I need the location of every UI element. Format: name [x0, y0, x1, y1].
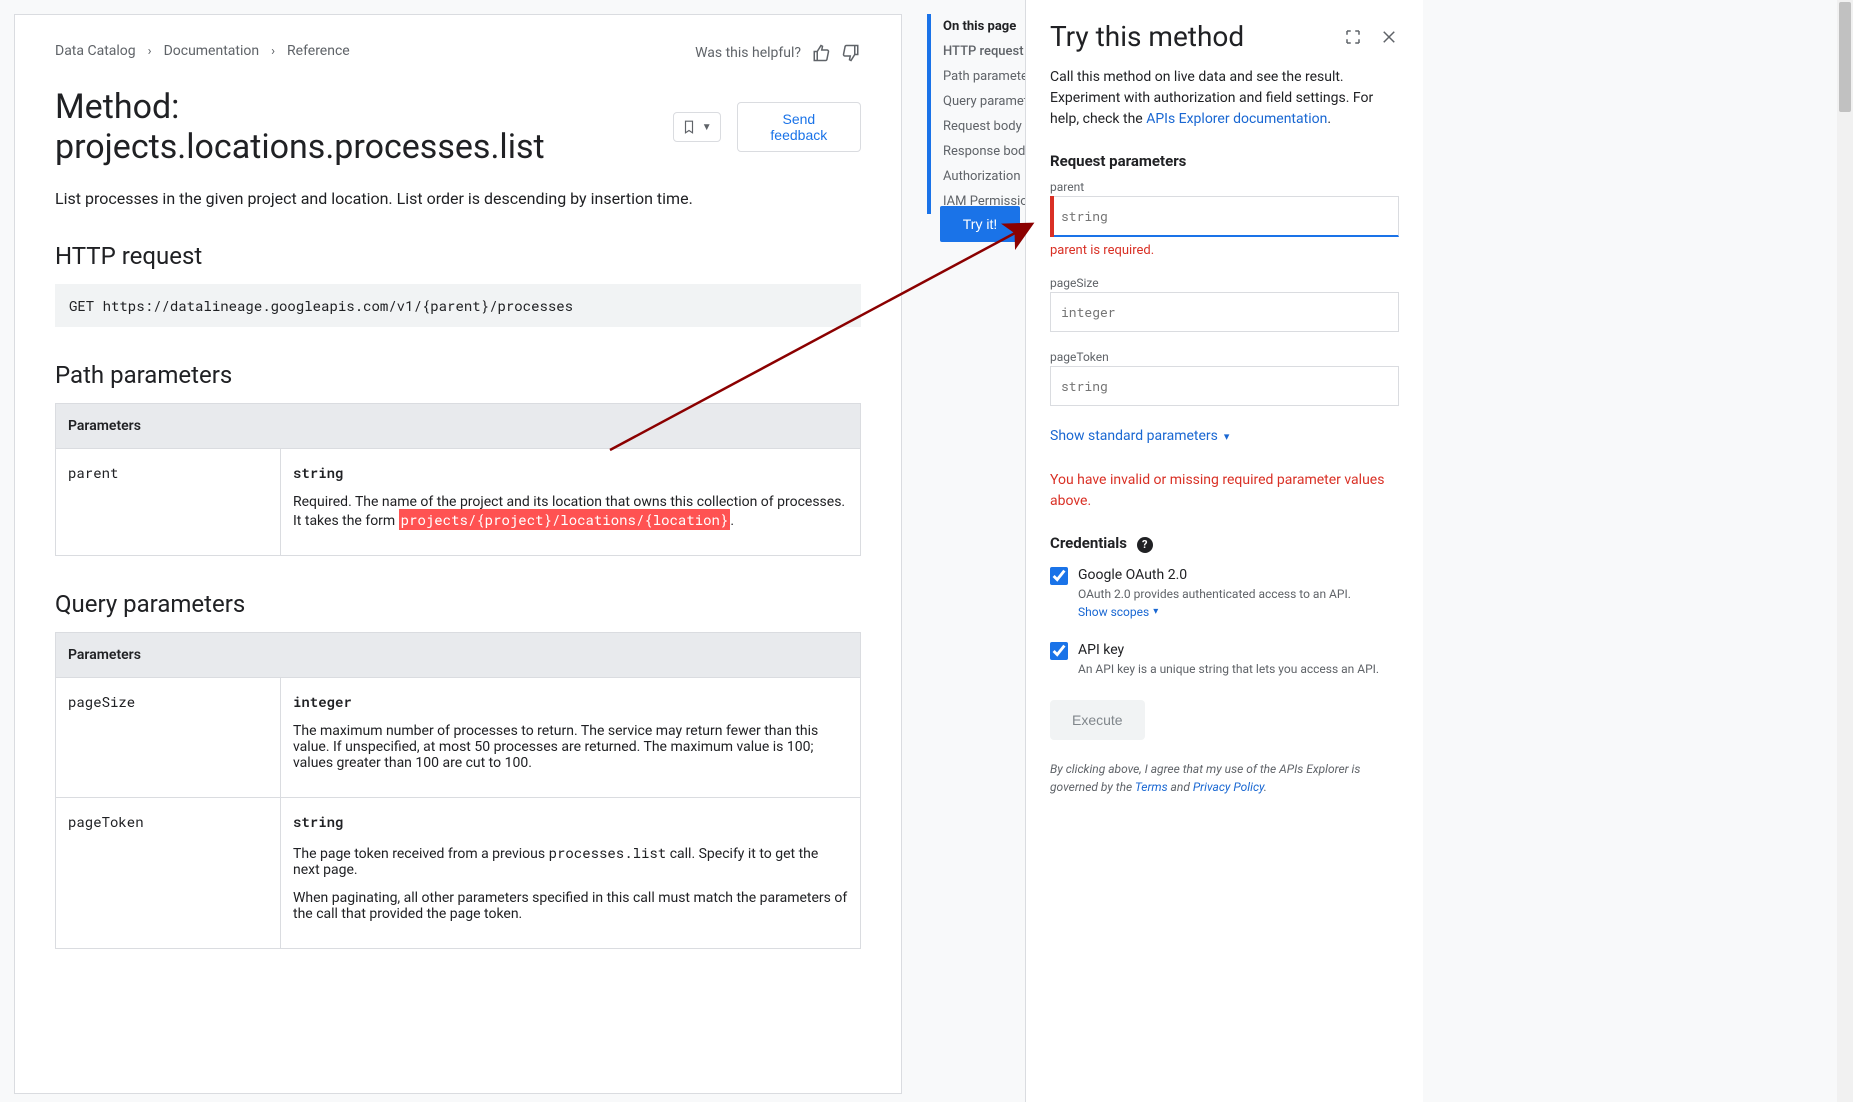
- chevron-down-icon: ▾: [1153, 606, 1158, 617]
- invalid-params-warning: You have invalid or missing required par…: [1050, 470, 1399, 512]
- field-label-pagesize: pageSize: [1050, 276, 1399, 290]
- scrollbar-thumb[interactable]: [1839, 2, 1851, 112]
- apikey-checkbox[interactable]: [1050, 642, 1068, 660]
- section-path-parameters: Path parameters: [55, 361, 861, 389]
- credentials-heading: Credentials ?: [1050, 534, 1399, 553]
- table-row: parent string Required. The name of the …: [56, 449, 861, 556]
- breadcrumb-link[interactable]: Documentation: [164, 43, 260, 59]
- send-feedback-button[interactable]: Send feedback: [737, 102, 861, 152]
- parent-input[interactable]: [1050, 196, 1399, 237]
- toc-item[interactable]: Query parameters: [931, 89, 1027, 114]
- field-label-parent: parent: [1050, 180, 1399, 194]
- param-desc-text: The page token received from a previous: [293, 846, 549, 862]
- http-request-code: GET https://datalineage.googleapis.com/v…: [55, 284, 861, 327]
- toc-item[interactable]: Response body: [931, 139, 1027, 164]
- param-description: string Required. The name of the project…: [281, 449, 861, 556]
- toc-item[interactable]: Request body: [931, 114, 1027, 139]
- param-type: string: [293, 812, 848, 831]
- pagesize-input[interactable]: [1050, 292, 1399, 332]
- table-row: pageSize integer The maximum number of p…: [56, 678, 861, 798]
- terms-link[interactable]: Terms: [1135, 780, 1168, 794]
- param-name: pageSize: [56, 678, 281, 798]
- table-header: Parameters: [56, 404, 861, 449]
- bookmark-icon: [682, 119, 696, 135]
- toc-heading: On this page: [931, 14, 1027, 39]
- scrollbar-track[interactable]: [1837, 0, 1853, 1102]
- pagesize-field-wrap: [1050, 292, 1399, 332]
- toc-item[interactable]: HTTP request: [931, 39, 1027, 64]
- credential-apikey: API key An API key is a unique string th…: [1050, 642, 1399, 676]
- lead-text: List processes in the given project and …: [55, 189, 861, 208]
- breadcrumb-link[interactable]: Data Catalog: [55, 43, 136, 59]
- bookmark-button[interactable]: ▼: [673, 112, 721, 142]
- apikey-label: API key: [1078, 642, 1399, 658]
- query-parameters-table: Parameters pageSize integer The maximum …: [55, 632, 861, 949]
- param-desc-text: .: [730, 513, 734, 529]
- request-parameters-heading: Request parameters: [1050, 152, 1399, 170]
- param-name: pageToken: [56, 798, 281, 949]
- param-code-highlight: projects/{project}/locations/{location}: [399, 509, 731, 530]
- show-standard-parameters-link[interactable]: Show standard parameters ▾: [1050, 428, 1229, 444]
- param-type: integer: [293, 692, 848, 711]
- helpful-widget: Was this helpful?: [695, 43, 861, 63]
- page-title: Method: projects.locations.processes.lis…: [55, 87, 657, 167]
- execute-button[interactable]: Execute: [1050, 700, 1145, 740]
- path-parameters-table: Parameters parent string Required. The n…: [55, 403, 861, 556]
- param-description: integer The maximum number of processes …: [281, 678, 861, 798]
- credentials-heading-text: Credentials: [1050, 534, 1127, 552]
- title-row: Method: projects.locations.processes.lis…: [55, 87, 861, 167]
- oauth-label: Google OAuth 2.0: [1078, 567, 1399, 583]
- param-desc-text: The maximum number of processes to retur…: [293, 723, 848, 771]
- parent-field-wrap: [1050, 196, 1399, 237]
- apikey-sub: An API key is a unique string that lets …: [1078, 662, 1399, 676]
- close-icon[interactable]: [1379, 27, 1399, 47]
- table-row: pageToken string The page token received…: [56, 798, 861, 949]
- apis-explorer-doc-link[interactable]: APIs Explorer documentation: [1146, 111, 1327, 127]
- chevron-right-icon: ›: [271, 44, 275, 59]
- panel-header: Try this method: [1050, 20, 1399, 53]
- pagetoken-field-wrap: [1050, 366, 1399, 406]
- helpful-label: Was this helpful?: [695, 45, 801, 61]
- panel-intro-text: .: [1327, 111, 1331, 127]
- privacy-policy-link[interactable]: Privacy Policy: [1193, 780, 1264, 794]
- pagetoken-input[interactable]: [1050, 366, 1399, 406]
- field-label-pagetoken: pageToken: [1050, 350, 1399, 364]
- help-icon[interactable]: ?: [1137, 537, 1153, 553]
- error-strip: [1050, 196, 1054, 237]
- thumbs-down-icon[interactable]: [841, 43, 861, 63]
- legal-post: .: [1264, 780, 1267, 794]
- param-code-inline: processes.list: [549, 843, 667, 862]
- try-it-button[interactable]: Try it!: [940, 206, 1020, 242]
- show-standard-parameters-label: Show standard parameters: [1050, 428, 1218, 444]
- try-this-method-panel: Try this method Call this method on live…: [1025, 0, 1423, 1102]
- param-type: string: [293, 463, 848, 482]
- toc-item[interactable]: Path parameters: [931, 64, 1027, 89]
- doc-card: Data Catalog › Documentation › Reference…: [14, 14, 902, 1094]
- toc-item[interactable]: Authorization: [931, 164, 1027, 189]
- param-name: parent: [56, 449, 281, 556]
- show-scopes-link[interactable]: Show scopes ▾: [1078, 605, 1158, 619]
- oauth-sub: OAuth 2.0 provides authenticated access …: [1078, 587, 1399, 601]
- chevron-down-icon: ▼: [702, 122, 712, 133]
- section-query-parameters: Query parameters: [55, 590, 861, 618]
- chevron-right-icon: ›: [148, 44, 152, 59]
- on-this-page-toc: On this page HTTP request Path parameter…: [927, 14, 1027, 214]
- breadcrumb-link[interactable]: Reference: [287, 43, 350, 59]
- chevron-down-icon: ▾: [1224, 430, 1230, 443]
- param-description: string The page token received from a pr…: [281, 798, 861, 949]
- show-scopes-label: Show scopes: [1078, 605, 1149, 619]
- legal-and: and: [1168, 780, 1193, 794]
- section-http-request: HTTP request: [55, 242, 861, 270]
- table-header: Parameters: [56, 633, 861, 678]
- parent-error-message: parent is required.: [1050, 243, 1399, 258]
- oauth-checkbox[interactable]: [1050, 567, 1068, 585]
- thumbs-up-icon[interactable]: [811, 43, 831, 63]
- panel-intro: Call this method on live data and see th…: [1050, 67, 1399, 130]
- credential-oauth: Google OAuth 2.0 OAuth 2.0 provides auth…: [1050, 567, 1399, 620]
- param-desc-text: When paginating, all other parameters sp…: [293, 890, 848, 922]
- panel-title: Try this method: [1050, 20, 1327, 53]
- legal-text: By clicking above, I agree that my use o…: [1050, 760, 1399, 796]
- fullscreen-icon[interactable]: [1343, 27, 1363, 47]
